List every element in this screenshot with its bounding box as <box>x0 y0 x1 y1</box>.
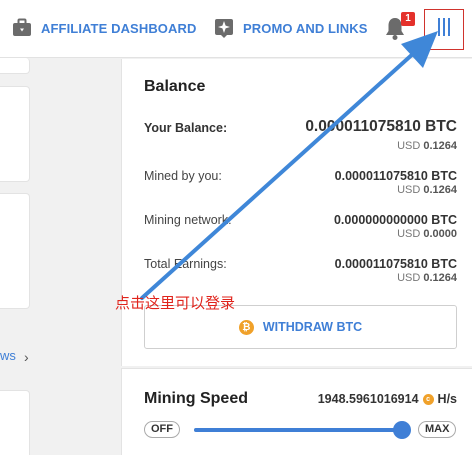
briefcase-icon <box>12 18 32 38</box>
balance-row-label: Total Earnings: <box>144 257 227 271</box>
mining-speed-slider[interactable] <box>194 421 411 439</box>
main-menu-button[interactable] <box>424 9 464 50</box>
mining-speed-value: 1948.5961016914 <box>317 392 419 406</box>
mining-network-row: Mining network: 0.000000000000 BTC USD 0… <box>144 213 457 243</box>
balance-row-btc: 0.000011075810 BTC <box>305 118 457 135</box>
bitcoin-icon: ₿ <box>238 319 254 335</box>
balance-row-usd: USD 0.1264 <box>397 272 457 284</box>
left-card-top <box>0 58 30 74</box>
total-earnings-row: Total Earnings: 0.000011075810 BTC USD 0… <box>144 257 457 287</box>
slider-thumb[interactable] <box>393 421 411 439</box>
balance-row-btc: 0.000011075810 BTC <box>334 257 457 271</box>
balance-panel: Balance Your Balance: 0.000011075810 BTC… <box>121 59 472 366</box>
hamburger-menu-icon <box>436 17 452 42</box>
mining-speed-unit: H/s <box>437 392 457 406</box>
affiliate-dashboard-label: AFFILIATE DASHBOARD <box>41 20 197 36</box>
promo-and-links-link[interactable]: PROMO AND LINKS <box>214 15 368 41</box>
left-card-lower <box>0 193 30 309</box>
balance-row-label: Mined by you: <box>144 169 222 183</box>
balance-row-label: Mining network: <box>144 213 232 227</box>
balance-row-usd: USD 0.1264 <box>397 140 457 152</box>
balance-title: Balance <box>144 78 206 95</box>
withdraw-btc-button[interactable]: ₿ WITHDRAW BTC <box>144 305 457 349</box>
your-balance-row: Your Balance: 0.000011075810 BTC USD 0.1… <box>144 118 457 153</box>
chevron-right-icon[interactable]: › <box>24 349 29 365</box>
balance-row-usd: USD 0.0000 <box>397 228 457 240</box>
notifications-button[interactable]: 1 <box>384 12 415 42</box>
balance-row-btc: 0.000011075810 BTC <box>334 169 457 183</box>
speed-off-button[interactable]: OFF <box>144 421 180 438</box>
balance-row-usd: USD 0.1264 <box>397 184 457 196</box>
mining-speed-readout: 1948.5961016914 c H/s <box>318 392 457 406</box>
top-navigation-bar: AFFILIATE DASHBOARD PROMO AND LINKS 1 <box>0 0 472 58</box>
mining-speed-title: Mining Speed <box>144 390 248 407</box>
affiliate-dashboard-link[interactable]: AFFILIATE DASHBOARD <box>12 15 196 41</box>
mining-speed-panel: Mining Speed 1948.5961016914 c H/s OFF M… <box>121 368 472 455</box>
balance-row-label: Your Balance: <box>144 121 228 135</box>
withdraw-btc-label: WITHDRAW BTC <box>262 320 363 334</box>
view-more-link[interactable]: ws <box>0 348 16 363</box>
speed-max-button[interactable]: MAX <box>418 421 457 438</box>
promo-and-links-label: PROMO AND LINKS <box>243 20 368 36</box>
coin-icon: c <box>422 393 434 405</box>
left-card-middle <box>0 86 30 182</box>
notification-count-badge: 1 <box>401 12 415 26</box>
slider-fill <box>194 428 402 432</box>
sparkle-icon <box>214 18 234 38</box>
left-card-bottom <box>0 390 30 455</box>
balance-row-btc: 0.000000000000 BTC <box>333 213 457 227</box>
mined-by-you-row: Mined by you: 0.000011075810 BTC USD 0.1… <box>144 169 457 199</box>
